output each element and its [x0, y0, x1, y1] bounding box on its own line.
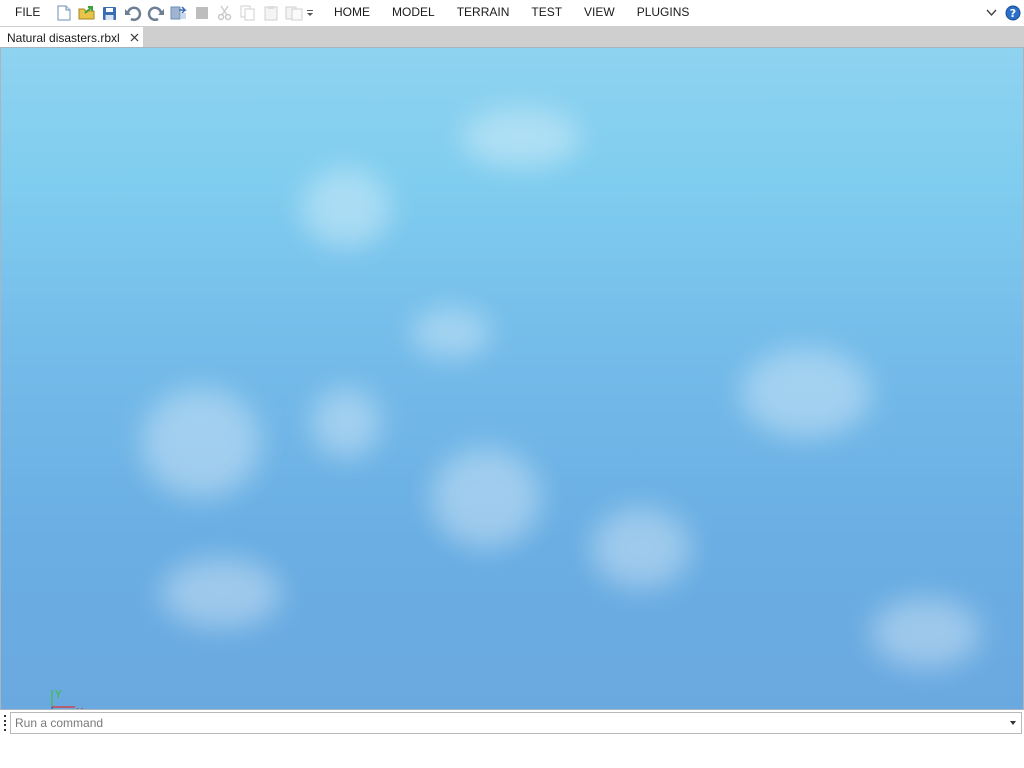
- open-file-icon[interactable]: [75, 0, 98, 26]
- tab-home[interactable]: HOME: [323, 0, 381, 26]
- redo-icon[interactable]: [144, 0, 167, 26]
- chevron-down-icon[interactable]: [1009, 719, 1017, 727]
- tab-test[interactable]: TEST: [520, 0, 573, 26]
- tab-plugins[interactable]: PLUGINS: [626, 0, 701, 26]
- tab-view[interactable]: VIEW: [573, 0, 626, 26]
- save-icon[interactable]: [98, 0, 121, 26]
- ribbon-tabs: HOME MODEL TERRAIN TEST VIEW PLUGINS: [323, 0, 700, 26]
- undo-icon[interactable]: [121, 0, 144, 26]
- sky-cloud: [301, 168, 391, 248]
- right-tools: ?: [980, 0, 1024, 26]
- cut-icon[interactable]: [213, 0, 236, 26]
- customize-toolbar-icon[interactable]: [305, 0, 315, 26]
- sky-cloud: [431, 448, 541, 548]
- duplicate-icon[interactable]: [282, 0, 305, 26]
- drag-handle-icon[interactable]: [3, 715, 7, 731]
- sky-cloud: [311, 388, 381, 458]
- command-bar: [0, 710, 1024, 768]
- document-tab-strip: Natural disasters.rbxl: [0, 26, 1024, 48]
- axis-y-label: Y: [55, 688, 62, 701]
- tab-model[interactable]: MODEL: [381, 0, 446, 26]
- new-file-icon[interactable]: [52, 0, 75, 26]
- sky-cloud: [741, 348, 871, 438]
- document-tab-title: Natural disasters.rbxl: [7, 30, 120, 45]
- help-icon[interactable]: ?: [1002, 0, 1024, 26]
- sky-cloud: [141, 388, 261, 498]
- close-icon[interactable]: [125, 29, 143, 47]
- axis-gizmo: Y X Z: [47, 688, 91, 709]
- sky-cloud: [461, 108, 581, 168]
- copy-icon[interactable]: [236, 0, 259, 26]
- file-menu[interactable]: FILE: [0, 0, 52, 26]
- quick-access-toolbar: [52, 0, 315, 26]
- stop-icon[interactable]: [190, 0, 213, 26]
- command-input[interactable]: [11, 713, 1001, 733]
- publish-icon[interactable]: [167, 0, 190, 26]
- paste-icon[interactable]: [259, 0, 282, 26]
- tab-terrain[interactable]: TERRAIN: [446, 0, 521, 26]
- svg-text:?: ?: [1010, 7, 1016, 20]
- document-tab[interactable]: Natural disasters.rbxl: [0, 27, 143, 48]
- command-input-box: [10, 712, 1022, 734]
- sky-cloud: [591, 508, 691, 588]
- 3d-viewport[interactable]: Y X Z: [0, 47, 1024, 710]
- expand-ribbon-icon[interactable]: [980, 0, 1002, 26]
- sky-cloud: [411, 308, 491, 358]
- menu-bar: FILE HOME MODEL TERRAIN TEST VIEW PLUGIN…: [0, 0, 1024, 26]
- sky-cloud: [871, 598, 981, 668]
- sky-cloud: [161, 558, 281, 628]
